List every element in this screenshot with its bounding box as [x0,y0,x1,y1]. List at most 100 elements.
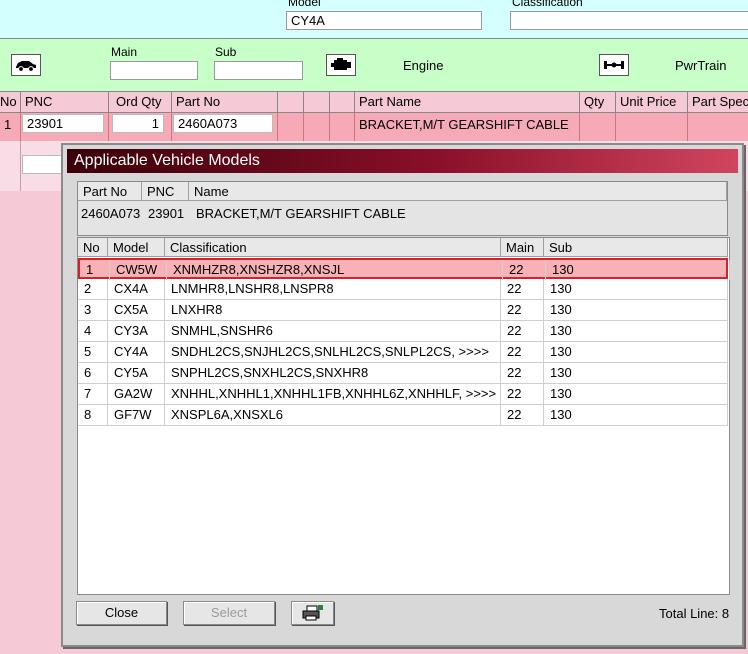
row-sub: 130 [544,405,728,425]
row-classification: SNDHL2CS,SNJHL2CS,SNLHL2CS,SNLPL2CS, >>>… [165,342,501,362]
name-header: Name [189,182,727,201]
row-classification: XNSPL6A,XNSXL6 [165,405,501,425]
row-ord-qty-field[interactable]: 1 [112,114,164,133]
row-main: 22 [501,405,544,425]
close-button[interactable]: Close [76,601,167,625]
row-classification: XNMHZR8,XNSHZR8,XNSJL [167,260,503,280]
row-classification: SNMHL,SNSHR6 [165,321,501,341]
select-button[interactable]: Select [183,601,275,625]
engine-button[interactable] [326,54,356,76]
model-label: Model [288,0,321,9]
new-pnc-field[interactable] [22,155,62,174]
col-blank-3[interactable] [329,92,354,112]
col-unit-price[interactable]: Unit Price [615,92,687,112]
row-sub: 130 [544,363,728,383]
row-sub: 130 [544,279,728,299]
th-main[interactable]: Main [501,238,544,257]
row-main: 22 [501,300,544,320]
category-bar: Main Sub Engine PwrTrain [0,38,748,92]
col-part-no[interactable]: Part No [171,92,277,112]
engine-icon [331,58,351,70]
row-no: 4 [78,321,108,341]
print-button[interactable] [291,601,334,625]
row-main: 22 [501,384,544,404]
part-info-pane: Part No PNC Name 2460A073 23901 BRACKET,… [77,181,728,236]
col-no[interactable]: No [0,92,20,112]
classification-label: Classification [512,0,583,9]
col-blank-1[interactable] [277,92,303,112]
name-value: BRACKET,M/T GEARSHIFT CABLE [196,206,406,221]
vehicle-model-row[interactable]: 8 GF7W XNSPL6A,XNSXL6 22 130 [78,405,728,426]
row-model: CX5A [108,300,165,320]
total-line: Total Line: 8 [659,606,730,621]
col-part-name[interactable]: Part Name [354,92,579,112]
row-no: 7 [78,384,108,404]
axle-icon [604,61,624,69]
th-sub[interactable]: Sub [544,238,728,257]
vehicle-model-row[interactable]: 3 CX5A LNXHR8 22 130 [78,300,728,321]
vehicle-model-row[interactable]: 2 CX4A LNMHR8,LNSHR8,LNSPR8 22 130 [78,279,728,300]
model-field[interactable]: CY4A [286,11,482,30]
classification-field[interactable] [510,11,748,30]
main-field[interactable] [110,61,198,80]
col-blank-2[interactable] [303,92,329,112]
row-no: 1 [4,117,12,132]
row-sub: 130 [544,321,728,341]
pnc-header: PNC [142,182,189,201]
engine-label: Engine [403,58,444,73]
part-no-value: 2460A073 [81,206,141,221]
dialog-title: Applicable Vehicle Models [67,149,738,173]
row-model: GA2W [108,384,165,404]
main-label: Main [111,45,138,59]
row-model: GF7W [108,405,165,425]
parts-grid-row[interactable]: 1 23901 1 2460A073 BRACKET,M/T GEARSHIFT… [0,113,748,141]
col-ord-qty[interactable]: Ord Qty [108,92,171,112]
row-no: 5 [78,342,108,362]
th-model[interactable]: Model [108,238,165,257]
pnc-value: 23901 [148,206,185,221]
powertrain-button[interactable] [599,54,629,76]
row-no: 8 [78,405,108,425]
row-classification: LNXHR8 [165,300,501,320]
car-icon [16,61,36,72]
col-qty[interactable]: Qty [579,92,615,112]
row-main: 22 [501,321,544,341]
row-no: 1 [80,260,110,280]
row-main: 22 [501,363,544,383]
row-sub: 130 [544,300,728,320]
car-body-button[interactable] [11,54,41,76]
vehicle-model-row[interactable]: 4 CY3A SNMHL,SNSHR6 22 130 [78,321,728,342]
parts-grid-header: No PNC Ord Qty Part No Part Name Qty Uni… [0,92,748,113]
row-part-no-field[interactable]: 2460A073 [173,114,273,133]
row-no: 3 [78,300,108,320]
applicable-models-dialog: Applicable Vehicle Models Part No PNC Na… [61,143,744,647]
th-no[interactable]: No [78,238,108,257]
row-model: CW5W [110,260,167,280]
col-part-spec[interactable]: Part Spec [687,92,748,112]
part-no-header: Part No [78,182,142,201]
vehicle-model-row[interactable]: 5 CY4A SNDHL2CS,SNJHL2CS,SNLHL2CS,SNLPL2CS… [78,342,728,363]
row-no: 2 [78,279,108,299]
row-sub: 130 [546,260,730,280]
top-filter-area: Model CY4A Classification [0,0,748,38]
col-pnc[interactable]: PNC [20,92,108,112]
row-main: 22 [501,279,544,299]
row-classification: XNHHL,XNHHL1,XNHHL1FB,XNHHL6Z,XNHHLF, >>… [165,384,501,404]
printer-icon [302,605,323,621]
th-classification[interactable]: Classification [165,238,501,257]
row-sub: 130 [544,384,728,404]
row-model: CY3A [108,321,165,341]
vehicle-models-table: No Model Classification Main Sub 1 CW5W XN… [77,237,730,595]
vehicle-model-row[interactable]: 7 GA2W XNHHL,XNHHL1,XNHHL1FB,XNHHL6Z,XNHHL… [78,384,728,405]
row-classification: LNMHR8,LNSHR8,LNSPR8 [165,279,501,299]
sub-label: Sub [215,45,237,59]
pwrtrain-label: PwrTrain [675,58,727,73]
row-model: CX4A [108,279,165,299]
row-classification: SNPHL2CS,SNXHL2CS,SNXHR8 [165,363,501,383]
vehicle-model-row[interactable]: 6 CY5A SNPHL2CS,SNXHL2CS,SNXHR8 22 130 [78,363,728,384]
row-pnc-field[interactable]: 23901 [22,114,104,133]
vehicle-model-row[interactable]: 1 CW5W XNMHZR8,XNSHZR8,XNSJL 22 130 [78,258,730,280]
row-main: 22 [501,342,544,362]
sub-field[interactable] [214,61,303,80]
row-model: CY5A [108,363,165,383]
